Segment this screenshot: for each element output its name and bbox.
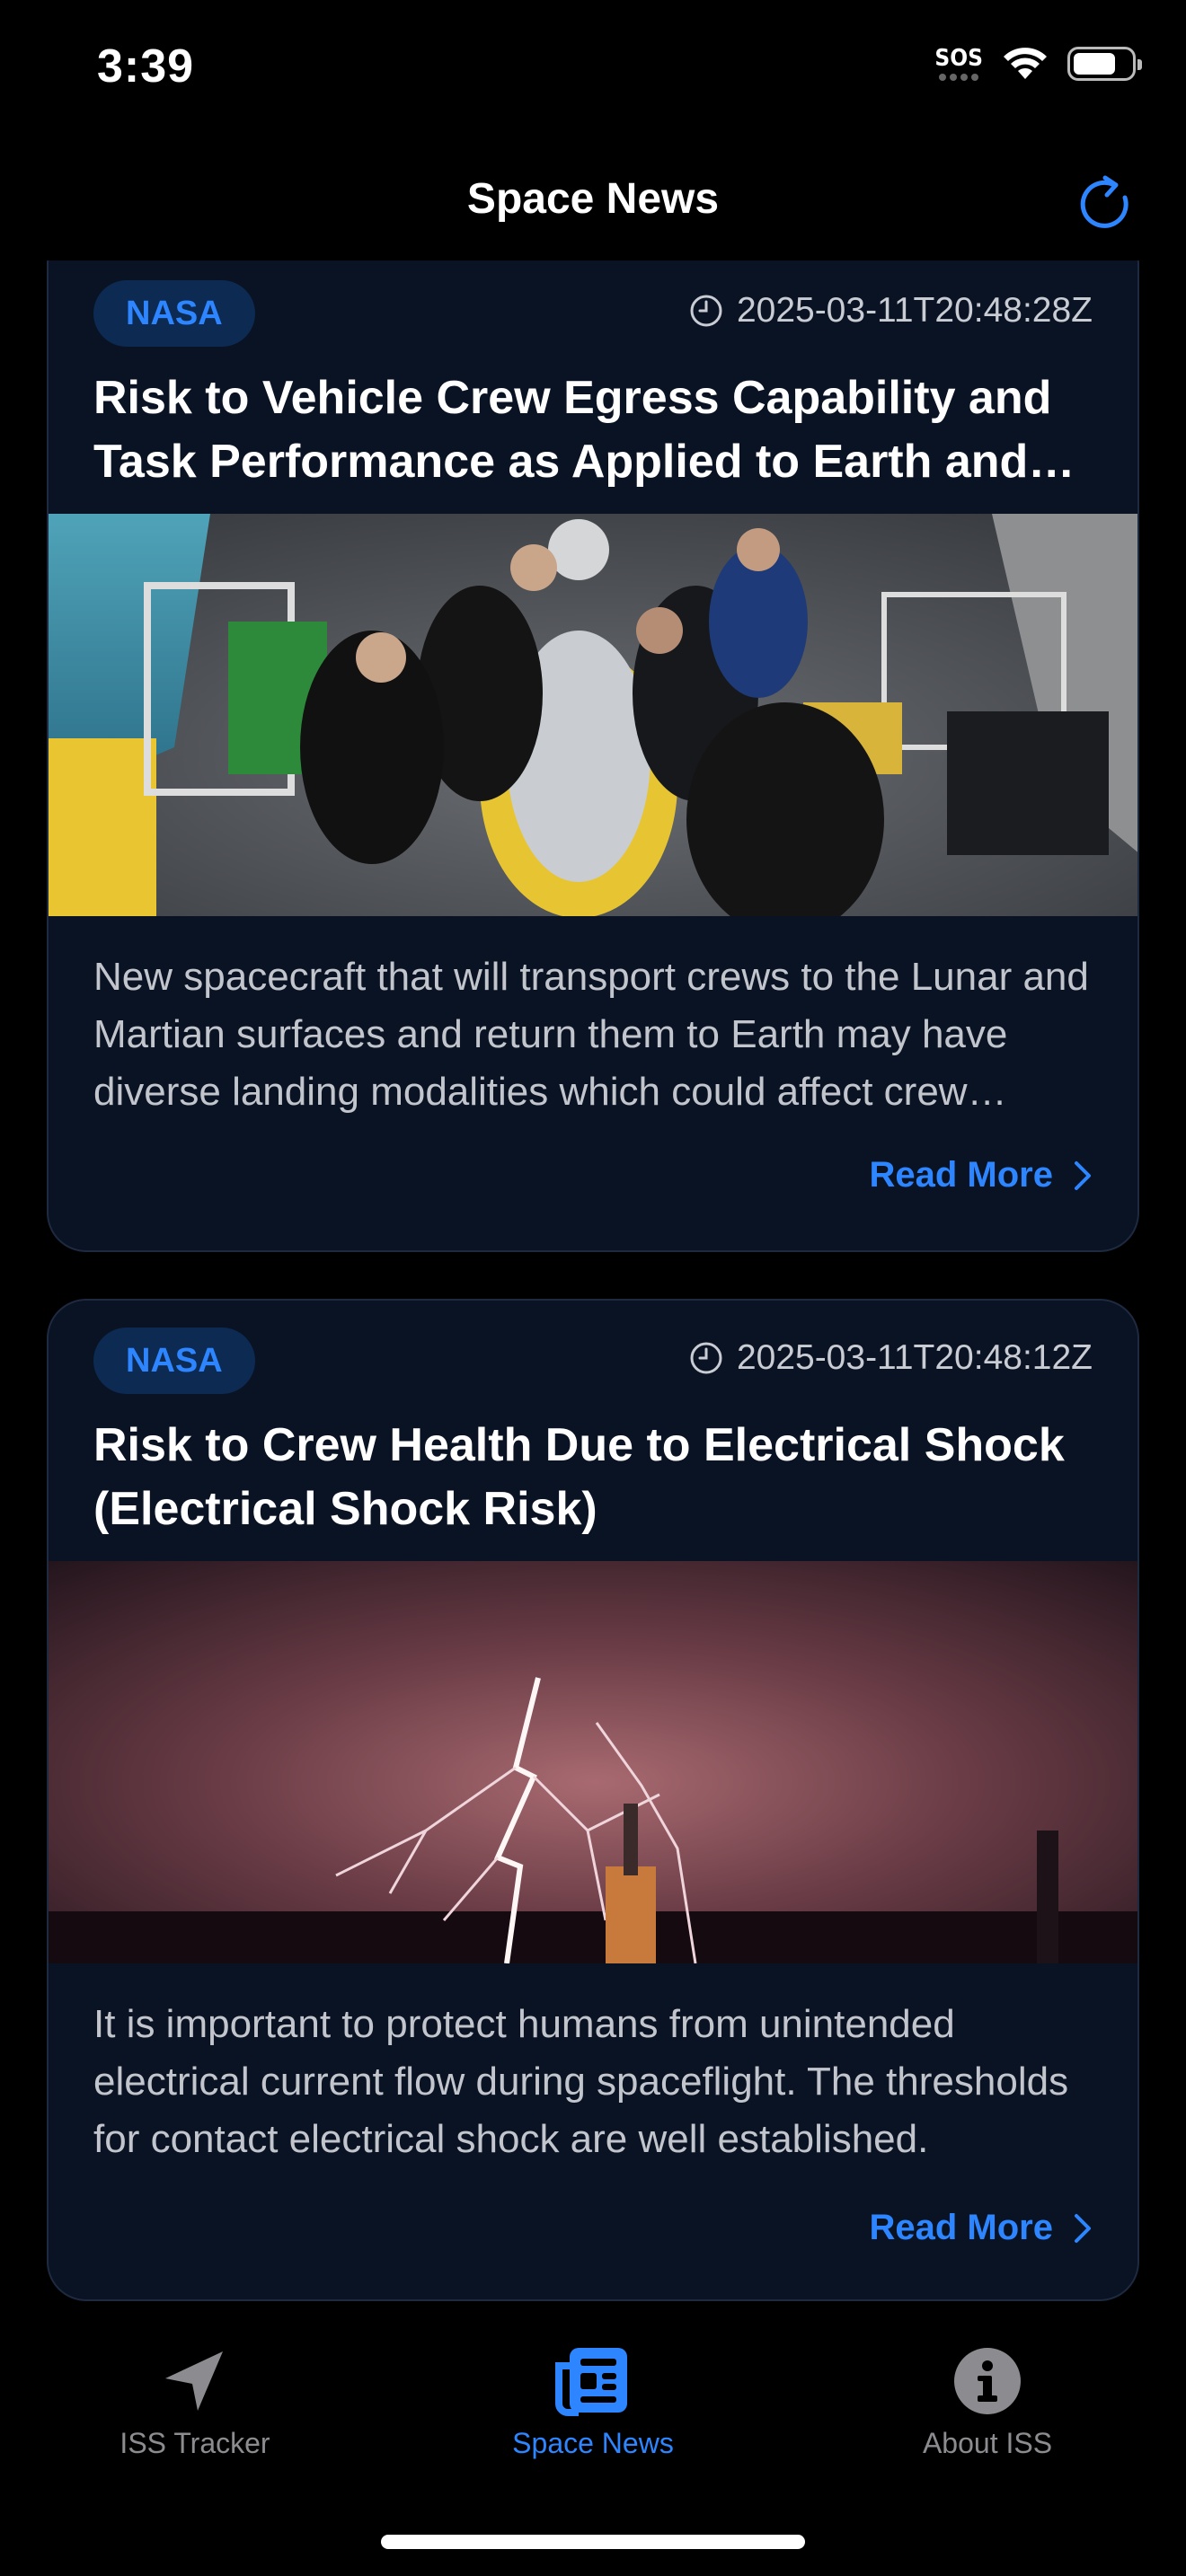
info-icon (954, 2348, 1021, 2414)
article-description: It is important to protect humans from u… (93, 2002, 1069, 2161)
news-card[interactable]: NASA 2025-03-11T20:48:28Z Risk to Vehicl… (47, 260, 1139, 1252)
timestamp-text: 2025-03-11T20:48:28Z (736, 291, 1093, 330)
chevron-right-icon (1075, 1160, 1091, 1190)
tab-label: Space News (512, 2427, 674, 2459)
refresh-icon[interactable] (1071, 171, 1139, 239)
status-time: 3:39 (97, 40, 195, 93)
read-more-link[interactable]: Read More (870, 2208, 1093, 2248)
navigation-bar: Space News (0, 144, 1186, 260)
crew-egress-photo (49, 514, 1137, 916)
clock-icon (690, 295, 722, 327)
article-description: New spacecraft that will transport crews… (93, 955, 1089, 1114)
status-icons: SOS (934, 47, 1142, 81)
timestamp-text: 2025-03-11T20:48:12Z (736, 1338, 1093, 1377)
wifi-icon (1004, 48, 1047, 79)
tab-about-iss[interactable]: About ISS (839, 2344, 1136, 2460)
news-card[interactable]: NASA 2025-03-11T20:48:12Z Risk to Crew H… (47, 1299, 1139, 2301)
read-more-label: Read More (869, 1155, 1054, 1195)
newspaper-icon (555, 2348, 627, 2416)
lightning-photo (49, 1561, 1137, 1963)
article-title: Risk to Vehicle Crew Egress Capability a… (93, 372, 1052, 488)
chevron-right-icon (1075, 2213, 1091, 2243)
source-badge: NASA (93, 1328, 255, 1394)
timestamp: 2025-03-11T20:48:28Z (688, 291, 1093, 331)
sos-indicator: SOS (934, 47, 983, 81)
tab-space-news[interactable]: Space News (445, 2344, 741, 2460)
page-title: Space News (466, 175, 720, 223)
article-title: Risk to Crew Health Due to Electrical Sh… (93, 1419, 1065, 1535)
sos-label: SOS (934, 45, 983, 72)
home-indicator (381, 2535, 805, 2549)
status-bar: 3:39 SOS (0, 0, 1186, 144)
read-more-label: Read More (869, 2208, 1054, 2247)
battery-icon (1067, 47, 1142, 81)
article-image (49, 1561, 1137, 1963)
source-badge: NASA (93, 280, 255, 347)
timestamp: 2025-03-11T20:48:12Z (688, 1338, 1093, 1378)
read-more-link[interactable]: Read More (870, 1155, 1093, 1195)
location-arrow-icon (165, 2351, 223, 2411)
news-list[interactable]: NASA 2025-03-11T20:48:28Z Risk to Vehicl… (0, 260, 1186, 2317)
tab-iss-tracker[interactable]: ISS Tracker (47, 2344, 343, 2460)
article-image (49, 514, 1137, 916)
tab-label: About ISS (922, 2427, 1053, 2459)
clock-icon (690, 1342, 722, 1374)
tab-label: ISS Tracker (119, 2427, 270, 2459)
